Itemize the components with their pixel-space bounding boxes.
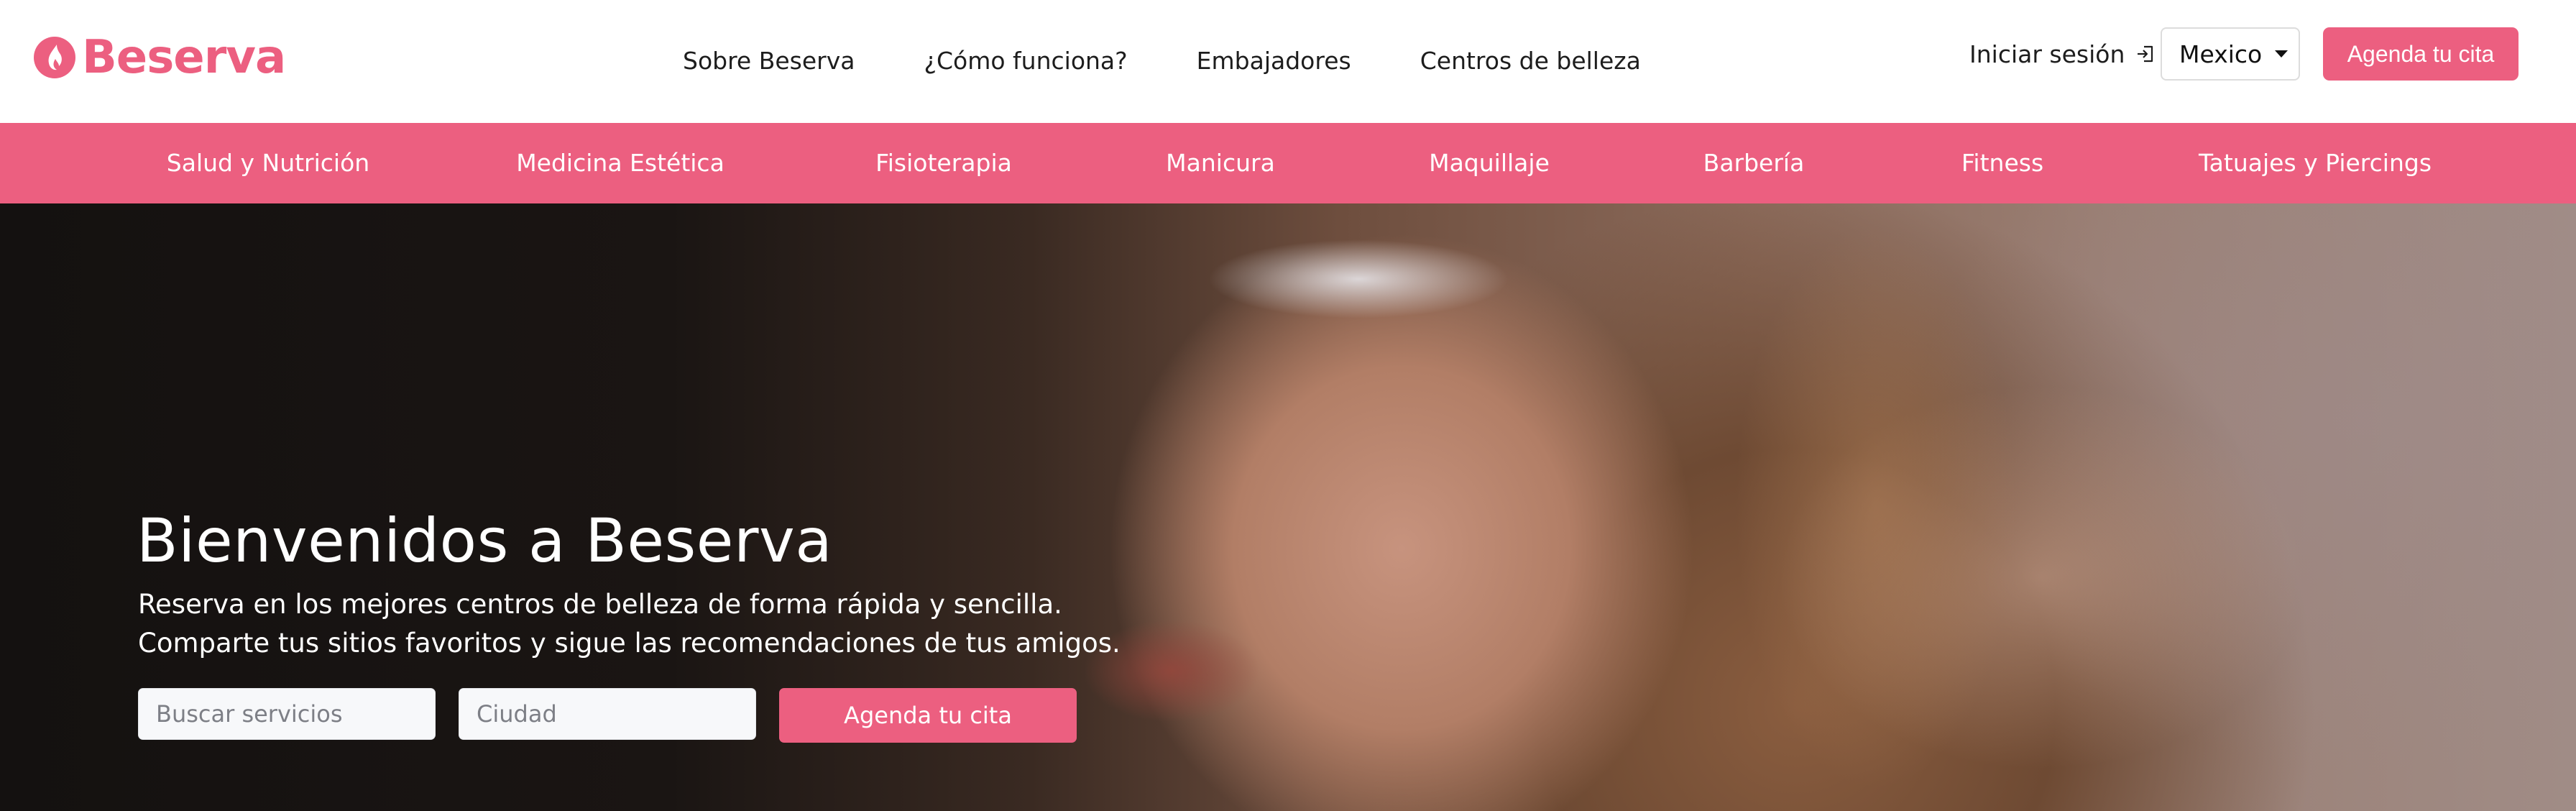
hero-image-highlight (1208, 239, 1509, 319)
hero-background-image (1689, 203, 2063, 811)
sign-in-icon (2138, 45, 2153, 63)
caret-down-icon (2275, 50, 2288, 58)
nav-link-como-funciona[interactable]: ¿Cómo funciona? (924, 47, 1127, 75)
category-salud-y-nutricion[interactable]: Salud y Nutrición (167, 123, 369, 203)
category-tatuajes-y-piercings[interactable]: Tatuajes y Piercings (2199, 123, 2432, 203)
hero-subtitle-line-1: Reserva en los mejores centros de bellez… (138, 589, 1062, 620)
service-search-input[interactable] (138, 688, 436, 740)
brand-logo[interactable]: Beserva (33, 31, 286, 84)
hero-book-appointment-button[interactable]: Agenda tu cita (779, 688, 1077, 743)
login-label: Iniciar sesión (1969, 40, 2125, 68)
login-link[interactable]: Iniciar sesión (1969, 35, 2156, 73)
nav-link-centros-de-belleza[interactable]: Centros de belleza (1420, 47, 1641, 75)
nav-link-embajadores[interactable]: Embajadores (1197, 47, 1351, 75)
top-header: Beserva Sobre Beserva ¿Cómo funciona? Em… (0, 0, 2576, 123)
category-maquillaje[interactable]: Maquillaje (1429, 123, 1550, 203)
category-manicura[interactable]: Manicura (1166, 123, 1275, 203)
header-book-appointment-button[interactable]: Agenda tu cita (2323, 27, 2518, 81)
hero-subtitle-line-2: Comparte tus sitios favoritos y sigue la… (138, 628, 1121, 659)
hero-section: Bienvenidos a Beserva Reserva en los mej… (0, 203, 2576, 811)
nav-link-sobre-beserva[interactable]: Sobre Beserva (683, 47, 855, 75)
category-fisioterapia[interactable]: Fisioterapia (875, 123, 1012, 203)
city-input[interactable] (459, 688, 756, 740)
country-select[interactable]: Mexico (2161, 27, 2300, 81)
country-selected-value: Mexico (2179, 40, 2263, 68)
main-nav: Sobre Beserva ¿Cómo funciona? Embajadore… (683, 40, 1641, 81)
category-medicina-estetica[interactable]: Medicina Estética (516, 123, 724, 203)
hero-title: Bienvenidos a Beserva (137, 505, 833, 576)
category-fitness[interactable]: Fitness (1961, 123, 2043, 203)
flame-drop-icon (34, 37, 75, 78)
category-barberia[interactable]: Barbería (1703, 123, 1805, 203)
brand-name: Beserva (82, 31, 286, 84)
category-bar: Salud y Nutrición Medicina Estética Fisi… (0, 123, 2576, 203)
